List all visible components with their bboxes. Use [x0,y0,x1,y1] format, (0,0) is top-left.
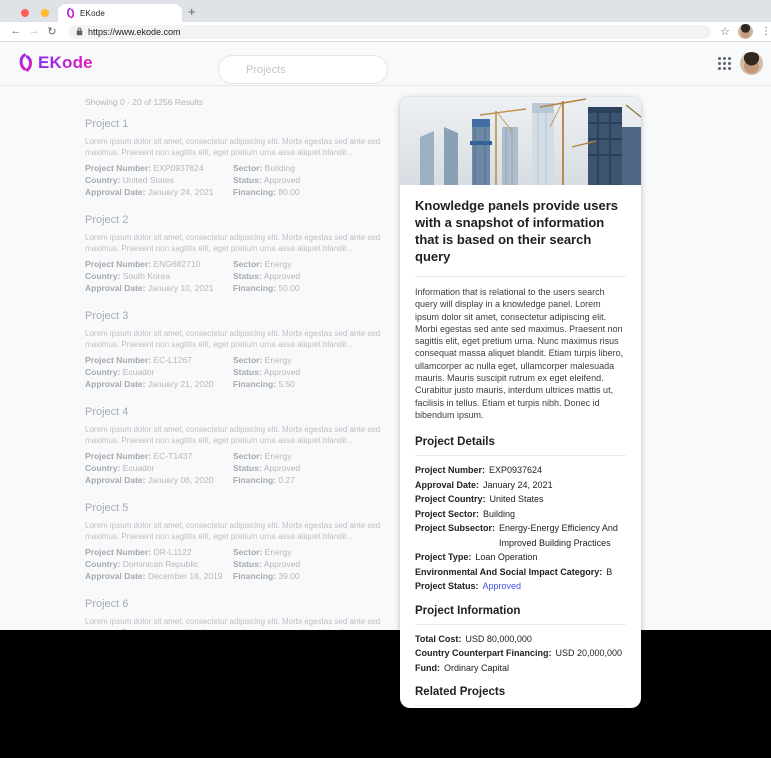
browser-address-bar: ← → ↻ https://www.ekode.com ☆ ⋮ [0,22,771,42]
detail-row: Country Counterpart Financing: USD 20,000… [415,646,626,661]
project-title: Project 2 [85,214,387,226]
project-result[interactable]: Project 5 Lorem ipsum dolor sit amet, co… [85,502,387,581]
detail-label: Project Number: [415,463,485,478]
detail-value: EXP0937624 [489,463,626,478]
browser-menu-icon[interactable]: ⋮ [761,26,771,37]
knowledge-panel: Knowledge panels provide users with a sn… [400,97,641,708]
reload-icon[interactable]: ↻ [44,25,60,38]
minimize-window-button[interactable] [41,9,49,17]
tab-title: EKode [80,9,105,18]
detail-value: Building [483,507,626,522]
back-icon[interactable]: ← [8,25,24,38]
bookmark-star-icon[interactable]: ☆ [720,25,730,38]
close-window-button[interactable] [21,9,29,17]
detail-label: Project Status: [415,579,479,594]
detail-label: Project Subsector: [415,521,495,550]
project-description: Lorem ipsum dolor sit amet, consectetur … [85,616,387,630]
panel-intro: Information that is relational to the us… [415,277,626,429]
detail-label: Country Counterpart Financing: [415,646,552,661]
detail-row: Project Number: EXP0937624 [415,463,626,478]
detail-row: Project Type: Loan Operation [415,550,626,565]
results-page: Showing 0 - 20 of 1256 Results Project 1… [0,86,771,630]
new-tab-button[interactable]: + [188,3,196,21]
construction-site-image [400,97,641,185]
search-bar[interactable] [218,55,388,84]
detail-value: Energy-Energy Efficiency And Improved Bu… [499,521,626,550]
browser-tab-ekode[interactable]: EKode [58,4,182,22]
detail-row: Environmental And Social Impact Category… [415,565,626,580]
project-title: Project 1 [85,118,387,130]
detail-label: Approval Date: [415,478,479,493]
detail-label: Project Sector: [415,507,479,522]
detail-row: Project Status: Approved [415,579,626,594]
apps-grid-icon[interactable] [718,57,731,70]
project-description: Lorem ipsum dolor sit amet, consectetur … [85,232,387,254]
project-title: Project 5 [85,502,387,514]
browser-tab-strip: EKode + [0,0,771,22]
detail-value: USD 20,000,000 [556,646,627,661]
project-details-list: Project Number: EXP0937624 Approval Date: J… [415,456,626,598]
project-description: Lorem ipsum dolor sit amet, consectetur … [85,424,387,446]
detail-row: Project Sector: Building [415,507,626,522]
detail-value: January 24, 2021 [483,478,626,493]
url-text: https://www.ekode.com [88,27,181,37]
detail-row: Fund: Ordinary Capital [415,661,626,676]
detail-row: Project Country: United States [415,492,626,507]
project-description: Lorem ipsum dolor sit amet, consectetur … [85,136,387,158]
project-result[interactable]: Project 2 Lorem ipsum dolor sit amet, co… [85,214,387,293]
ekode-logo[interactable]: EKode [18,52,93,73]
project-fields: Project Number: EC-L1267 Sector: Energy … [85,356,387,389]
detail-label: Project Type: [415,550,471,565]
detail-value: Ordinary Capital [444,661,626,676]
ekode-logo-icon [18,52,33,73]
detail-label: Fund: [415,661,440,676]
project-description: Lorem ipsum dolor sit amet, consectetur … [85,328,387,350]
project-result[interactable]: Project 6 Lorem ipsum dolor sit amet, co… [85,598,387,630]
detail-row: Total Cost: USD 80,000,000 [415,632,626,647]
ekode-favicon-icon [66,7,75,19]
project-result[interactable]: Project 4 Lorem ipsum dolor sit amet, co… [85,406,387,485]
project-fields: Project Number: ENG682710 Sector: Energy… [85,260,387,293]
project-title: Project 3 [85,310,387,322]
panel-title: Knowledge panels provide users with a sn… [415,185,626,277]
results-summary: Showing 0 - 20 of 1256 Results [85,97,387,107]
project-fields: Project Number: EC-T1437 Sector: Energy … [85,452,387,485]
status-link[interactable]: Approved [483,579,626,594]
browser-profile-avatar[interactable] [738,24,753,39]
results-list: Showing 0 - 20 of 1256 Results Project 1… [85,97,387,630]
detail-label: Project Country: [415,492,486,507]
detail-row: Project Subsector:Energy-Energy Efficien… [415,521,626,550]
detail-value: United States [490,492,626,507]
detail-value: USD 80,000,000 [465,632,626,647]
forward-icon[interactable]: → [26,25,42,38]
detail-label: Total Cost: [415,632,461,647]
lock-icon [76,27,83,36]
detail-value: Loan Operation [475,550,626,565]
search-input[interactable] [246,64,388,76]
project-description: Lorem ipsum dolor sit amet, consectetur … [85,520,387,542]
detail-row: Approval Date: January 24, 2021 [415,478,626,493]
section-heading-related-projects: Related Projects [415,679,626,706]
logo-text: EKode [38,53,93,73]
project-fields: Project Number: DR-L1122 Sector: Energy … [85,548,387,581]
site-header: EKode [0,42,771,86]
project-result[interactable]: Project 1 Lorem ipsum dolor sit amet, co… [85,118,387,197]
account-avatar[interactable] [740,52,763,75]
section-heading-project-details: Project Details [415,429,626,456]
screenshot-stage: EKode + ← → ↻ https://www.ekode.com ☆ ⋮ [0,0,771,758]
detail-label: Environmental And Social Impact Category… [415,565,602,580]
project-information-list: Total Cost: USD 80,000,000Country Counter… [415,625,626,680]
project-title: Project 4 [85,406,387,418]
project-result[interactable]: Project 3 Lorem ipsum dolor sit amet, co… [85,310,387,389]
detail-value: B [606,565,626,580]
related-projects-row: Institutional Strengthening of COFIDE Pr… [415,706,626,708]
section-heading-project-information: Project Information [415,598,626,625]
project-title: Project 6 [85,598,387,610]
bottom-cutoff [0,630,771,758]
url-field[interactable]: https://www.ekode.com [68,25,711,39]
project-fields: Project Number: EXP0937624 Sector: Build… [85,164,387,197]
